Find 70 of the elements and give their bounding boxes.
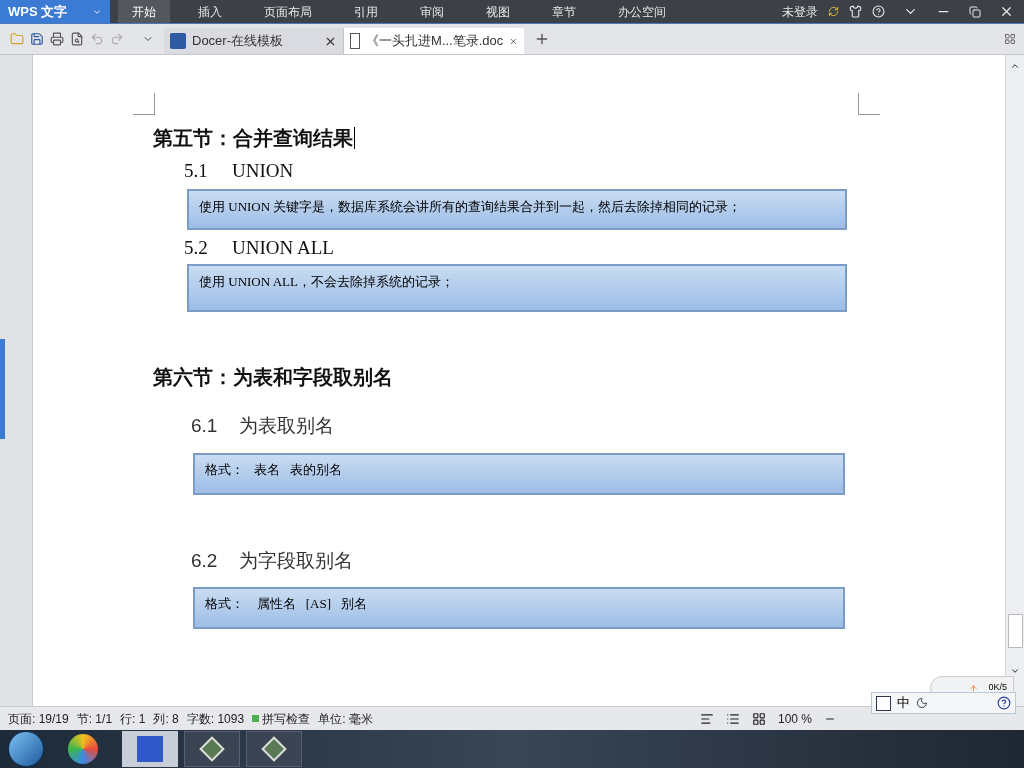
document-tab[interactable]: Docer-在线模板 xyxy=(164,28,344,54)
wps-writer-icon xyxy=(137,736,163,762)
status-item: 行: 1 xyxy=(120,710,146,728)
tab-label: Docer-在线模板 xyxy=(192,32,283,51)
scroll-up-icon[interactable] xyxy=(1010,61,1020,71)
close-icon[interactable] xyxy=(999,4,1014,19)
scroll-thumb[interactable] xyxy=(1007,614,1023,648)
menu-tab[interactable]: 章节 xyxy=(538,0,590,23)
subheading-number: 5.1 xyxy=(184,159,209,183)
text-box: 使用 UNION ALL，不会去除掉系统的记录； xyxy=(187,264,847,312)
new-tab-icon[interactable] xyxy=(534,31,550,47)
menu-tab[interactable]: 插入 xyxy=(184,0,236,23)
subheading-title: 为表取别名 xyxy=(239,414,334,438)
ime-mode[interactable]: 中 xyxy=(897,693,910,713)
restore-icon[interactable] xyxy=(969,5,981,18)
upload-icon xyxy=(969,683,979,693)
page-view-icon[interactable] xyxy=(699,711,714,726)
network-speed: 0K/5 xyxy=(988,681,1007,695)
taskbar-button[interactable] xyxy=(246,731,302,767)
login-status[interactable]: 未登录 xyxy=(782,2,818,21)
subheading-title: 为字段取别名 xyxy=(239,548,353,573)
skin-icon[interactable] xyxy=(849,5,862,18)
print-icon[interactable] xyxy=(50,32,64,46)
subheading-number: 6.1 xyxy=(191,414,219,438)
subheading-number: 5.2 xyxy=(184,235,209,260)
unit-label: 单位: 毫米 xyxy=(318,710,373,728)
document-icon xyxy=(350,33,361,49)
subheading-title: UNION ALL xyxy=(232,235,334,260)
section-heading: 第五节：合并查询结果 xyxy=(153,126,356,151)
moon-icon[interactable] xyxy=(916,697,928,709)
taskbar-button[interactable] xyxy=(184,731,240,767)
app-icon[interactable] xyxy=(68,734,98,764)
text-box: 格式： 表名 表的别名 xyxy=(193,452,845,495)
ime-logo-icon[interactable] xyxy=(876,695,891,711)
save-icon[interactable] xyxy=(30,32,44,46)
zoom-level: 100 % xyxy=(777,710,812,728)
text-cursor xyxy=(354,127,355,149)
document-tab[interactable]: 《一头扎进M...笔录.doc xyxy=(344,28,524,54)
taskbar-button[interactable] xyxy=(122,731,178,767)
subheading-number: 6.2 xyxy=(191,548,219,573)
spell-check-label[interactable]: 拼写检查 xyxy=(262,709,311,728)
section-heading: 第六节：为表和字段取别名 xyxy=(153,365,394,390)
scrollbar[interactable] xyxy=(1005,55,1024,706)
docer-icon xyxy=(170,33,186,49)
tab-label: 《一头扎进M...笔录.doc xyxy=(366,32,504,51)
menu-tab[interactable]: 审阅 xyxy=(406,0,458,23)
text-box: 格式： 属性名 [AS] 别名 xyxy=(193,587,845,629)
status-item: 列: 8 xyxy=(153,710,179,728)
spell-check-icon[interactable] xyxy=(252,715,260,722)
status-item: 节: 1/1 xyxy=(76,710,113,728)
menu-tab[interactable]: 办公空间 xyxy=(604,0,680,23)
corner-mark xyxy=(133,93,155,115)
help-icon[interactable] xyxy=(997,696,1011,710)
preview-icon[interactable] xyxy=(70,32,84,46)
outline-view-icon[interactable] xyxy=(725,711,740,726)
side-panel-handle[interactable] xyxy=(0,339,5,439)
text-box: 使用 UNION 关键字是，数据库系统会讲所有的查询结果合并到一起，然后去除掉相同的记录； xyxy=(187,188,847,230)
status-item: 页面: 19/19 xyxy=(8,710,69,728)
menu-tab[interactable]: 引用 xyxy=(340,0,392,23)
corner-mark xyxy=(858,93,880,115)
subheading-title: UNION xyxy=(232,159,294,183)
start-button[interactable] xyxy=(8,731,44,767)
menu-tab[interactable]: 视图 xyxy=(472,0,524,23)
app-menu-button[interactable]: WPS 文字 xyxy=(0,0,110,23)
status-item: 字数: 1093 xyxy=(186,710,245,728)
web-view-icon[interactable] xyxy=(751,711,766,726)
menu-tab[interactable]: 页面布局 xyxy=(250,0,326,23)
menu-tab[interactable]: 开始 xyxy=(118,0,170,23)
panel-icon[interactable] xyxy=(1004,33,1016,45)
scroll-down-icon[interactable] xyxy=(1010,666,1020,676)
